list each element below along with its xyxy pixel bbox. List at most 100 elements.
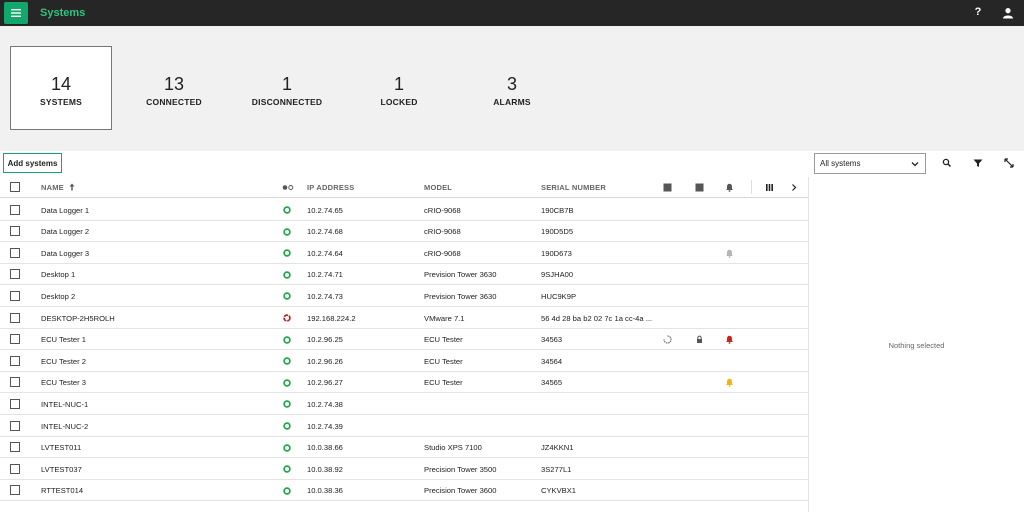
row-name: DESKTOP-2H5ROLH	[41, 313, 115, 323]
row-checkbox[interactable]	[10, 355, 20, 366]
row-checkbox[interactable]	[10, 269, 20, 280]
header-divider	[751, 180, 752, 194]
row-ip-address: 10.2.74.38	[307, 399, 343, 409]
add-systems-button[interactable]: Add systems	[3, 153, 62, 173]
row-serial-number: 190D673	[541, 248, 572, 258]
systems-filter-select[interactable]: All systems	[814, 153, 926, 174]
row-name: Desktop 1	[41, 270, 76, 280]
row-model: cRIO-9068	[424, 205, 461, 215]
row-serial-number: CYKVBX1	[541, 486, 577, 496]
row-name: INTEL-NUC-2	[41, 421, 89, 431]
sort-ascending-icon	[69, 183, 75, 191]
tile-label: CONNECTED	[146, 97, 202, 107]
tile-connected[interactable]: 13 CONNECTED	[123, 46, 225, 130]
table-row[interactable]: ECU Tester 2 10.2.96.26 ECU Tester 34564	[0, 350, 808, 372]
connected-status-icon	[283, 422, 291, 430]
tile-alarms[interactable]: 3 ALARMS	[461, 46, 563, 130]
connected-status-icon	[283, 335, 291, 344]
hamburger-icon[interactable]	[4, 2, 28, 24]
column-model[interactable]: MODEL	[424, 183, 452, 192]
connection-status-icon[interactable]	[282, 184, 294, 191]
connected-status-icon	[283, 271, 291, 279]
connected-status-icon	[283, 465, 291, 473]
row-checkbox[interactable]	[10, 226, 20, 237]
table-header: NAME IP ADDRESS MODEL SERIAL NUMBER	[0, 177, 808, 198]
table-row[interactable]: LVTEST037 10.0.38.92 Precision Tower 3500 3…	[0, 458, 808, 480]
row-name: ECU Tester 1	[41, 335, 87, 345]
row-checkbox[interactable]	[10, 312, 20, 323]
column-name[interactable]: NAME	[41, 183, 75, 192]
row-checkbox[interactable]	[10, 420, 20, 431]
table-row[interactable]: INTEL-NUC-1 10.2.74.38	[0, 393, 808, 415]
table-row[interactable]: Data Logger 3 10.2.74.64 cRIO-9068 190D673	[0, 242, 808, 264]
row-checkbox[interactable]	[10, 204, 20, 215]
table-row[interactable]: ECU Tester 3 10.2.96.27 ECU Tester 34565	[0, 372, 808, 394]
row-checkbox[interactable]	[10, 398, 20, 409]
row-checkbox[interactable]	[10, 485, 20, 496]
select-all-checkbox[interactable]	[10, 182, 20, 192]
row-serial-number: 190CB7B	[541, 205, 574, 215]
table-row[interactable]: ECU Tester 1 10.2.96.25 ECU Tester 34563	[0, 329, 808, 351]
row-name: Data Logger 2	[41, 227, 90, 237]
chevron-right-icon[interactable]	[790, 183, 798, 192]
user-icon[interactable]	[1002, 6, 1016, 20]
tile-count: 1	[281, 74, 292, 94]
row-ip-address: 10.2.74.65	[307, 205, 343, 215]
expand-icon[interactable]	[1003, 157, 1015, 169]
search-icon[interactable]	[941, 157, 953, 169]
row-serial-number: 56 4d 28 ba b2 02 7c 1a cc-4a ...	[541, 313, 653, 323]
row-checkbox[interactable]	[10, 247, 20, 258]
row-checkbox[interactable]	[10, 290, 20, 301]
row-serial-number: 190D5D5	[541, 227, 574, 237]
table-row[interactable]: Data Logger 2 10.2.74.68 cRIO-9068 190D5D5	[0, 221, 808, 243]
column-serial-number[interactable]: SERIAL NUMBER	[541, 183, 606, 192]
tile-count: 14	[50, 74, 72, 94]
table-row[interactable]: Desktop 2 10.2.74.73 Prevision Tower 3630 H…	[0, 285, 808, 307]
row-ip-address: 10.2.74.64	[307, 248, 343, 258]
filter-selected-value: All systems	[820, 159, 861, 168]
row-checkbox[interactable]	[10, 442, 20, 453]
tile-disconnected[interactable]: 1 DISCONNECTED	[236, 46, 338, 130]
tile-count: 3	[506, 74, 517, 94]
stop-icon[interactable]	[663, 183, 672, 192]
row-checkbox[interactable]	[10, 463, 20, 474]
table-row[interactable]: Data Logger 1 10.2.74.65 cRIO-9068 190CB7B	[0, 199, 808, 221]
row-ip-address: 10.0.38.92	[307, 464, 343, 474]
systems-table: NAME IP ADDRESS MODEL SERIAL NUMBER Data…	[0, 177, 808, 512]
row-model: cRIO-9068	[424, 227, 461, 237]
row-serial-number: 34565	[541, 378, 563, 388]
filter-icon[interactable]	[972, 157, 984, 169]
columns-icon[interactable]	[765, 183, 774, 192]
tile-locked[interactable]: 1 LOCKED	[348, 46, 450, 130]
row-serial-number: 3S277L1	[541, 464, 572, 474]
row-model: ECU Tester	[424, 356, 463, 366]
column-ip-address[interactable]: IP ADDRESS	[307, 183, 354, 192]
row-ip-address: 192.168.224.2	[307, 313, 356, 323]
connected-status-icon	[283, 292, 291, 301]
table-row[interactable]: Desktop 1 10.2.74.71 Prevision Tower 3630 9…	[0, 264, 808, 286]
help-icon[interactable]: ?	[972, 6, 984, 20]
table-row[interactable]: INTEL-NUC-2 10.2.74.39	[0, 415, 808, 437]
table-row[interactable]: LVTEST011 10.0.38.66 Studio XPS 7100 JZ4KKN…	[0, 437, 808, 459]
row-model: Studio XPS 7100	[424, 443, 482, 453]
table-row[interactable]: RTTEST014 10.0.38.36 Precision Tower 3600 C…	[0, 480, 808, 502]
row-model: ECU Tester	[424, 335, 463, 345]
row-serial-number: JZ4KKN1	[541, 443, 574, 453]
tile-label: ALARMS	[493, 97, 531, 107]
detail-empty-text: Nothing selected	[888, 341, 945, 350]
app-title: Systems	[40, 7, 86, 19]
loading-spinner-icon	[663, 335, 672, 344]
bell-icon[interactable]	[725, 183, 734, 192]
column-name-label: NAME	[41, 183, 64, 192]
tile-count: 13	[163, 74, 185, 94]
stop-icon[interactable]	[695, 183, 704, 192]
row-checkbox[interactable]	[10, 377, 20, 388]
row-ip-address: 10.2.96.25	[307, 335, 343, 345]
row-name: RTTEST014	[41, 486, 84, 496]
table-row[interactable]: DESKTOP-2H5ROLH 192.168.224.2 VMware 7.1 56…	[0, 307, 808, 329]
row-ip-address: 10.2.96.26	[307, 356, 343, 366]
row-checkbox[interactable]	[10, 334, 20, 345]
row-model: cRIO-9068	[424, 248, 461, 258]
tile-systems[interactable]: 14 SYSTEMS	[10, 46, 112, 130]
row-serial-number: 34563	[541, 335, 563, 345]
